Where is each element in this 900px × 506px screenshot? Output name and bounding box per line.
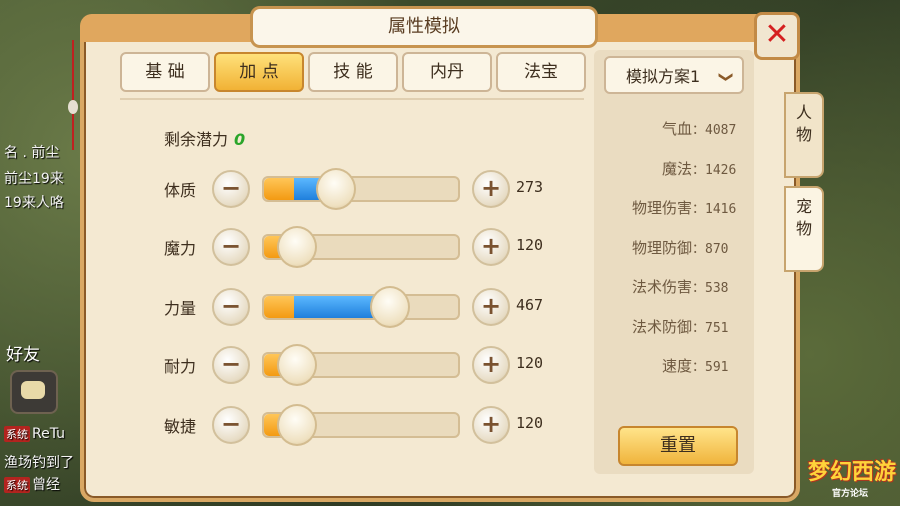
close-icon[interactable]: ✕ xyxy=(754,12,800,60)
slider-handle[interactable] xyxy=(277,344,318,386)
attr-value: 467 xyxy=(516,296,544,314)
system-tag: 系统 xyxy=(4,477,30,493)
stat-row: 物理防御：870 xyxy=(604,237,744,258)
side-tab-pet-label: 宠 物 xyxy=(795,197,812,238)
remaining-points-label: 剩余潜力 xyxy=(164,130,229,149)
chat-line: 曾经 xyxy=(32,477,60,493)
tab-treasure[interactable]: 法宝 xyxy=(496,52,586,92)
minus-button[interactable]: − xyxy=(212,170,250,208)
tassel-ornament xyxy=(68,40,78,150)
minus-button[interactable]: − xyxy=(212,228,250,266)
stats-panel xyxy=(594,50,754,474)
stat-value: ：591 xyxy=(692,360,729,375)
chat-line: 前尘19来 xyxy=(4,171,64,187)
stat-label: 法术伤害 xyxy=(631,278,692,296)
slider-handle[interactable] xyxy=(277,404,318,446)
attr-slider[interactable] xyxy=(262,286,460,328)
friend-label[interactable]: 好友 xyxy=(6,340,40,365)
plus-button[interactable]: + xyxy=(472,346,510,384)
stat-label: 物理伤害 xyxy=(631,199,692,217)
minus-button[interactable]: − xyxy=(212,406,250,444)
logo-subtitle: 官方论坛 xyxy=(832,489,869,499)
plan-dropdown-label: 模拟方案1 xyxy=(626,67,701,86)
chat-line: 19来人咯 xyxy=(4,195,64,211)
attr-label: 力量 xyxy=(164,299,197,318)
chevron-down-icon: ❯ xyxy=(718,71,735,83)
plus-button[interactable]: + xyxy=(472,228,510,266)
slider-base-fill xyxy=(264,178,294,200)
attr-value: 120 xyxy=(516,354,544,372)
remaining-points: 剩余潜力 0 xyxy=(164,126,245,150)
tab-basic[interactable]: 基 础 xyxy=(120,52,210,92)
side-tab-pet[interactable]: 宠 物 xyxy=(784,186,824,272)
chat-bubble-icon[interactable] xyxy=(10,370,58,414)
background-chat: 名 . 前尘 前尘19来 19来人咯 好友 系统 ReTu 渔场钓到了 系统 曾经 xyxy=(0,130,85,506)
tab-add-points[interactable]: 加 点 xyxy=(214,52,304,92)
attr-value: 273 xyxy=(516,178,544,196)
stat-row: 物理伤害：1416 xyxy=(604,197,744,218)
attr-slider[interactable] xyxy=(262,344,460,386)
attr-label: 敏捷 xyxy=(164,417,197,436)
stat-value: ：870 xyxy=(692,241,729,257)
reset-button[interactable]: 重置 xyxy=(618,426,738,466)
attr-slider[interactable] xyxy=(262,226,460,268)
stat-label: 气血 xyxy=(661,120,692,138)
stat-value: ：751 xyxy=(692,320,729,336)
chat-line: ReTu xyxy=(32,426,66,442)
attr-slider[interactable] xyxy=(262,404,460,446)
slider-handle[interactable] xyxy=(277,226,318,268)
minus-button[interactable]: − xyxy=(212,288,250,326)
stat-label: 法术防御 xyxy=(631,317,692,336)
attr-label: 魔力 xyxy=(164,239,197,258)
stat-label: 魔法 xyxy=(661,159,692,178)
plus-button[interactable]: + xyxy=(472,288,510,326)
game-logo: 梦幻西游 官方论坛 xyxy=(808,454,896,499)
tab-divider xyxy=(120,98,584,100)
slider-handle[interactable] xyxy=(315,168,356,210)
logo-title: 梦幻西游 xyxy=(808,460,897,485)
stat-row: 法术伤害：538 xyxy=(604,276,744,297)
attr-value: 120 xyxy=(516,414,544,432)
stat-row: 气血：4087 xyxy=(604,118,744,139)
stat-value: ：4087 xyxy=(692,123,737,138)
stat-row: 法术防御：751 xyxy=(604,316,744,337)
plan-dropdown[interactable]: 模拟方案1 ❯ xyxy=(604,56,744,94)
system-tag: 系统 xyxy=(4,426,30,442)
tab-inner-core[interactable]: 内丹 xyxy=(402,52,492,92)
stat-label: 速度 xyxy=(661,357,692,375)
side-tab-character[interactable]: 人 物 xyxy=(784,92,824,178)
tab-skills[interactable]: 技 能 xyxy=(308,52,398,92)
plus-button[interactable]: + xyxy=(472,406,510,444)
remaining-points-value: 0 xyxy=(234,130,246,149)
stat-value: ：1416 xyxy=(692,202,737,217)
attr-slider[interactable] xyxy=(262,168,460,210)
window-title: 属性模拟 xyxy=(250,6,598,48)
attr-label: 耐力 xyxy=(164,357,197,376)
slider-handle[interactable] xyxy=(370,286,411,328)
stat-value: ：538 xyxy=(692,281,729,296)
stat-value: ：1426 xyxy=(692,162,737,178)
attr-value: 120 xyxy=(516,236,544,254)
attr-label: 体质 xyxy=(164,181,197,200)
stat-label: 物理防御 xyxy=(631,238,692,257)
chat-line: 渔场钓到了 xyxy=(4,455,74,471)
slider-base-fill xyxy=(264,296,294,318)
side-tab-character-label: 人 物 xyxy=(795,103,812,144)
stat-row: 魔法：1426 xyxy=(604,158,744,179)
minus-button[interactable]: − xyxy=(212,346,250,384)
stat-row: 速度：591 xyxy=(604,355,744,376)
plus-button[interactable]: + xyxy=(472,170,510,208)
chat-line: 名 . 前尘 xyxy=(4,145,60,161)
